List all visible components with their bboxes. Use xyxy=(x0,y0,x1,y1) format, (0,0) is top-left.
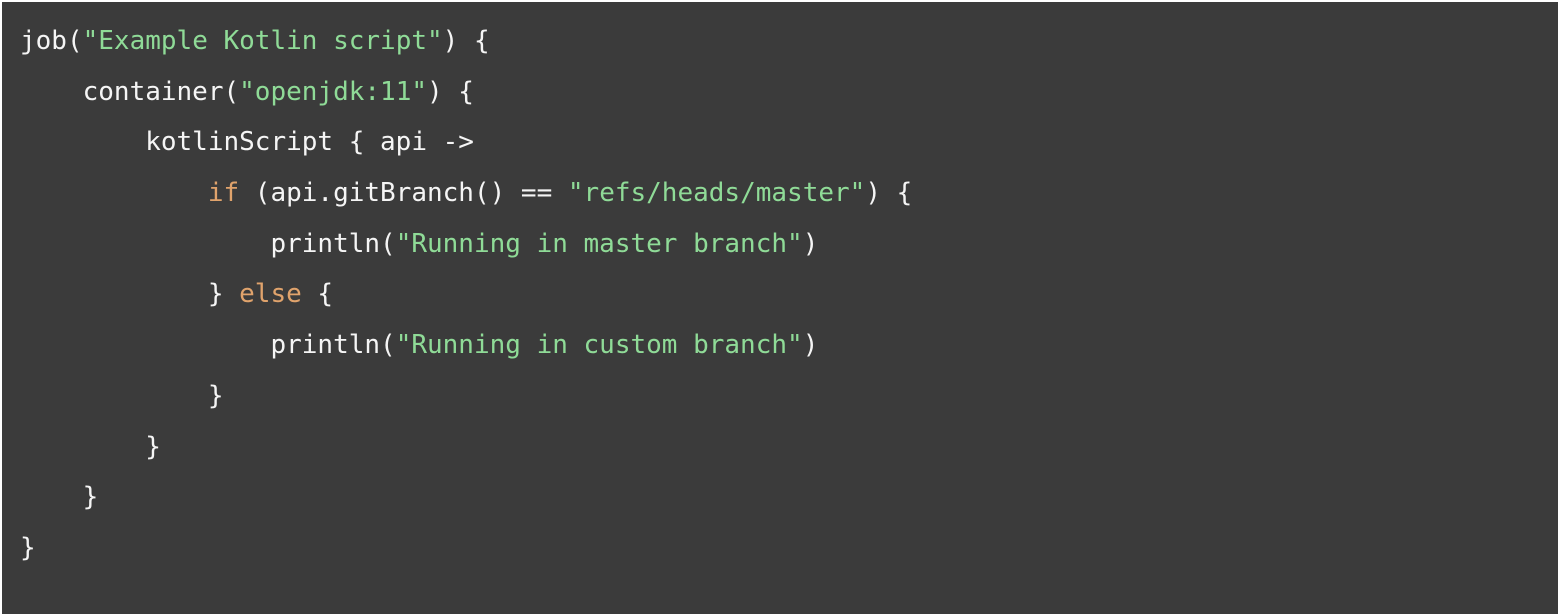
code-block: job("Example Kotlin script") { container… xyxy=(2,2,1558,614)
code-text: } xyxy=(20,482,98,512)
keyword-if: if xyxy=(208,178,239,208)
code-text: println( xyxy=(20,229,396,259)
code-text: { xyxy=(302,279,333,309)
code-text: container( xyxy=(20,77,239,107)
code-text: kotlinScript { api -> xyxy=(20,127,474,157)
string-literal: "Running in custom branch" xyxy=(396,330,803,360)
string-literal: "Example Kotlin script" xyxy=(83,26,443,56)
code-text: } xyxy=(20,381,224,411)
code-text: (api.gitBranch() == xyxy=(239,178,568,208)
string-literal: "openjdk:11" xyxy=(239,77,427,107)
code-text: job( xyxy=(20,26,83,56)
code-text: } xyxy=(20,279,239,309)
code-text: ) { xyxy=(427,77,474,107)
code-text: ) { xyxy=(443,26,490,56)
string-literal: "refs/heads/master" xyxy=(568,178,865,208)
code-text: println( xyxy=(20,330,396,360)
code-text: ) { xyxy=(865,178,912,208)
code-text: } xyxy=(20,533,36,563)
code-text xyxy=(20,178,208,208)
code-text: ) xyxy=(803,229,819,259)
code-text: } xyxy=(20,432,161,462)
keyword-else: else xyxy=(239,279,302,309)
code-text: ) xyxy=(803,330,819,360)
string-literal: "Running in master branch" xyxy=(396,229,803,259)
